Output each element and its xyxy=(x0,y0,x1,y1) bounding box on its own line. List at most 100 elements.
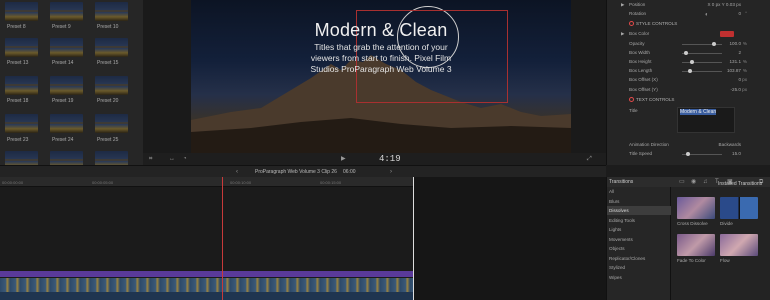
preset-label: Preset 14 xyxy=(52,60,74,66)
category-item[interactable]: Editing Tools xyxy=(607,216,671,225)
row-value[interactable]: Backwards xyxy=(719,142,741,147)
title-text-field[interactable]: Modern & Clean xyxy=(677,107,735,133)
row-label: Animation Direction xyxy=(629,142,669,147)
playhead-line[interactable] xyxy=(413,177,414,300)
row-value[interactable]: 0 xyxy=(738,77,741,82)
speed-icon[interactable]: ◔ xyxy=(183,156,187,162)
row-label: Box Length xyxy=(629,68,653,73)
inspector-row: Opacity 100.0 % xyxy=(607,40,770,49)
inspector-row: Box Offset (Y) -25.0 px xyxy=(607,86,770,95)
box-length-slider[interactable] xyxy=(682,69,722,73)
row-unit: ° xyxy=(745,11,747,16)
video-clip-filmstrip[interactable] xyxy=(0,278,413,292)
row-label: Box Height xyxy=(629,59,652,64)
category-item[interactable]: Stylized xyxy=(607,263,671,272)
inspector-row: Box Width 2 xyxy=(607,49,770,58)
viewer: Modern & Clean Titles that grab the atte… xyxy=(143,0,606,165)
inspector-row: ▶ Position X 0 px Y 0.03 px xyxy=(607,1,770,10)
disclosure-icon[interactable]: ▶ xyxy=(621,31,625,37)
preset-label: Preset 10 xyxy=(97,24,119,30)
inspector-panel: ▶ Position X 0 px Y 0.03 px Rotation ◐ 0… xyxy=(606,0,770,165)
preset-thumb[interactable] xyxy=(95,114,128,133)
transition-thumb[interactable] xyxy=(720,197,758,219)
row-unit: % xyxy=(742,59,747,64)
preset-thumb[interactable] xyxy=(5,114,38,133)
preset-thumb[interactable] xyxy=(5,76,38,95)
title-clip-bar[interactable] xyxy=(0,271,413,277)
preset-thumb[interactable] xyxy=(50,76,83,95)
disclosure-icon[interactable]: ▶ xyxy=(621,2,625,8)
style-controls-header[interactable]: STYLE CONTROLS xyxy=(629,21,677,27)
play-icon[interactable]: ▶ xyxy=(341,156,346,162)
reset-icon[interactable] xyxy=(629,21,634,27)
timeline[interactable]: 00:00:00:00 00:00:05:00 00:00:10:00 00:0… xyxy=(0,177,606,300)
back-arrow-icon[interactable]: ‹ xyxy=(236,169,238,175)
transition-thumb[interactable] xyxy=(720,234,758,256)
category-item[interactable]: Movements xyxy=(607,235,671,244)
viewer-controls: ⌗ ↔ ◔ ▶ 4:19 ⤢ xyxy=(143,153,606,165)
preset-thumb[interactable] xyxy=(50,151,83,165)
text-controls-header[interactable]: TEXT CONTROLS xyxy=(629,97,674,103)
preset-thumb[interactable] xyxy=(95,2,128,21)
category-item[interactable]: Dissolves xyxy=(607,206,671,215)
preset-label: Preset 13 xyxy=(7,60,29,66)
row-value[interactable]: 103.87 xyxy=(727,68,741,73)
inspector-row: Title Speed 15.0 xyxy=(607,150,770,159)
transition-thumb[interactable] xyxy=(677,197,715,219)
preset-thumb[interactable] xyxy=(5,151,38,165)
video-subtitle-line: Studios ProParagraph Web Volume 3 xyxy=(310,64,452,74)
category-item[interactable]: All xyxy=(607,187,671,196)
timecode-display: 4:19 xyxy=(379,154,401,164)
rotation-dial-icon[interactable]: ◐ xyxy=(705,12,709,18)
row-value[interactable]: X 0 px Y 0.03 px xyxy=(707,2,741,7)
category-item[interactable]: Blurs xyxy=(607,197,671,206)
category-item[interactable]: Lights xyxy=(607,225,671,234)
row-value[interactable]: -25.0 xyxy=(731,87,741,92)
row-value[interactable]: 131.1 xyxy=(730,59,742,64)
category-item[interactable]: Objects xyxy=(607,244,671,253)
crop-icon[interactable]: ⌗ xyxy=(149,156,152,162)
inspector-row: Rotation ◐ 0 ° xyxy=(607,10,770,19)
category-item[interactable]: Replicator/Clones xyxy=(607,254,671,263)
box-height-slider[interactable] xyxy=(682,60,722,64)
opacity-slider[interactable] xyxy=(682,42,722,46)
inspector-row: Box Offset (X) 0 px xyxy=(607,76,770,85)
row-value[interactable]: 0 xyxy=(738,11,741,16)
preset-label: Preset 9 xyxy=(52,24,71,30)
preset-thumb[interactable] xyxy=(95,38,128,57)
music-icon[interactable]: ♫ xyxy=(703,179,708,185)
preset-thumb[interactable] xyxy=(50,38,83,57)
transition-thumb[interactable] xyxy=(677,234,715,256)
transform-icon[interactable]: ↔ xyxy=(169,156,175,162)
audio-waveform-strip[interactable] xyxy=(0,292,413,300)
fullscreen-icon[interactable]: ⤢ xyxy=(587,156,592,162)
filmstrip-icon[interactable]: ▭ xyxy=(679,179,685,185)
row-value[interactable]: 2 xyxy=(738,50,741,55)
box-width-slider[interactable] xyxy=(682,51,722,55)
transition-label: Divide xyxy=(720,221,733,226)
row-value[interactable]: 100.0 xyxy=(730,41,742,46)
category-item[interactable]: Wipes xyxy=(607,273,671,282)
ruler-tick: 00:00:05:00 xyxy=(92,180,114,185)
preset-thumb[interactable] xyxy=(95,76,128,95)
preset-thumb[interactable] xyxy=(5,38,38,57)
box-color-swatch[interactable] xyxy=(720,31,734,37)
title-speed-slider[interactable] xyxy=(682,152,722,156)
reset-icon[interactable] xyxy=(629,97,634,103)
camera-icon[interactable]: ◉ xyxy=(691,179,696,185)
video-subtitle-line: Titles that grab the attention of your xyxy=(314,42,448,52)
inspector-row: ▶ Box Color xyxy=(607,30,770,39)
row-label: Title Speed xyxy=(629,151,653,156)
row-label: Position xyxy=(629,2,646,7)
clip-title: ProParagraph Web Volume 3 Clip 26 xyxy=(255,169,337,175)
preset-label: Preset 19 xyxy=(52,98,74,104)
video-canvas[interactable]: Modern & Clean Titles that grab the atte… xyxy=(191,0,571,153)
preset-thumb[interactable] xyxy=(50,2,83,21)
row-value[interactable]: 15.0 xyxy=(732,151,741,156)
preset-thumb[interactable] xyxy=(5,2,38,21)
skimmer-line[interactable] xyxy=(222,177,223,300)
preset-thumb[interactable] xyxy=(95,151,128,165)
preset-thumb[interactable] xyxy=(50,114,83,133)
forward-arrow-icon[interactable]: › xyxy=(390,169,392,175)
row-unit: px xyxy=(742,77,747,82)
